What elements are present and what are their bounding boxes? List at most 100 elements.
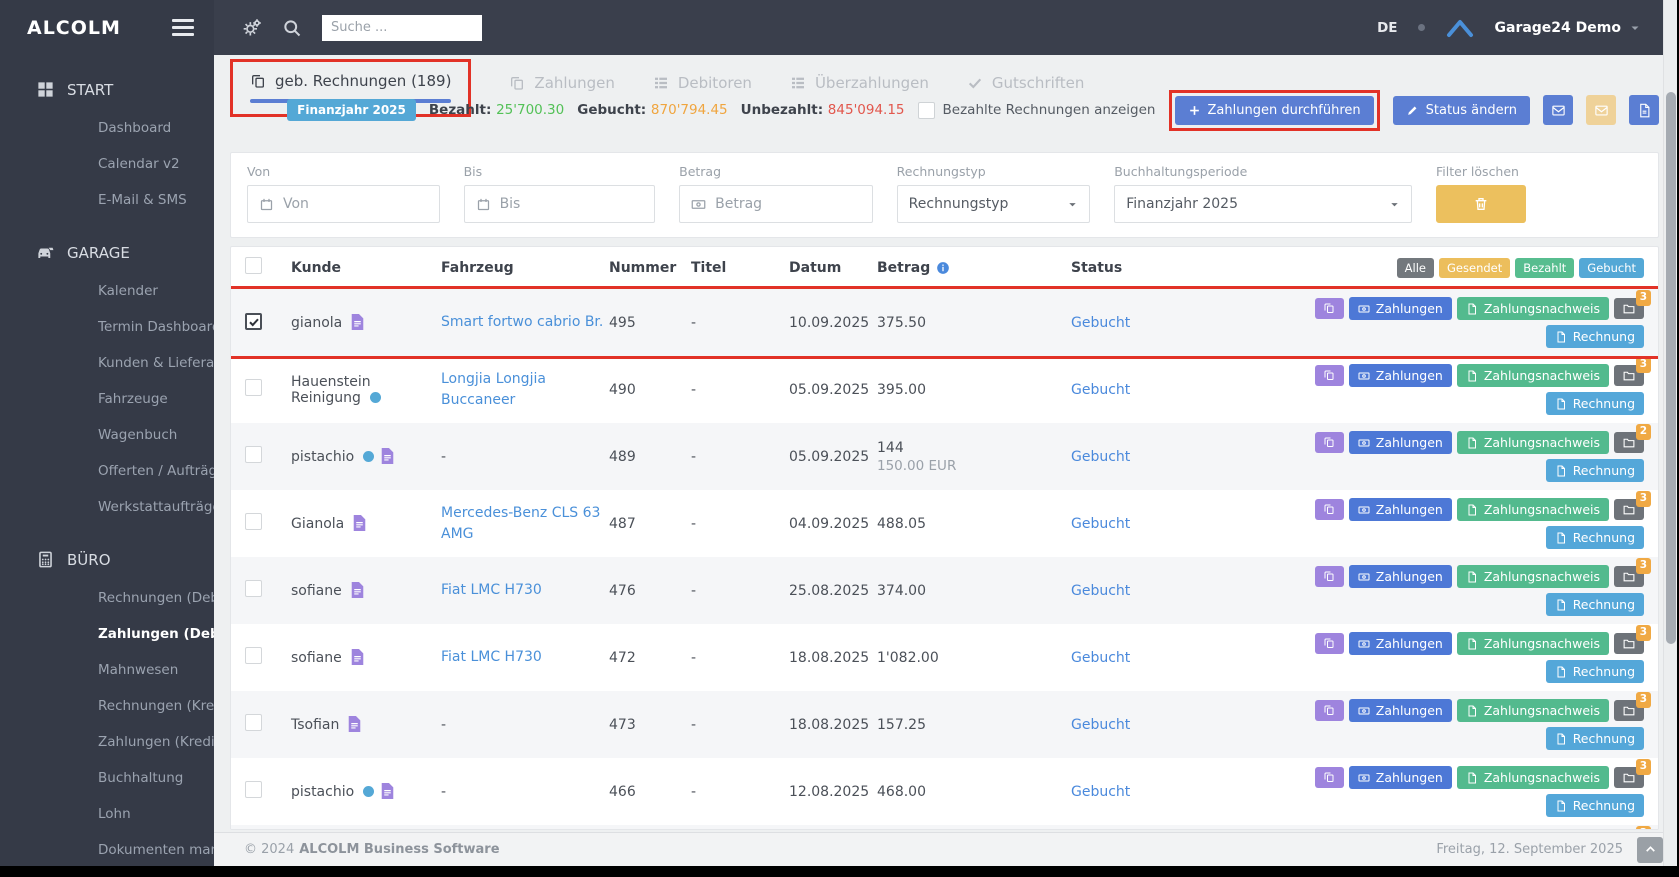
zahlungen-button[interactable]: Zahlungen — [1349, 364, 1452, 387]
copy-invoice-button[interactable] — [1315, 633, 1344, 654]
sidebar-item-fahrzeuge[interactable]: Fahrzeuge — [0, 381, 214, 417]
zahlungsnachweis-button[interactable]: Zahlungsnachweis — [1457, 431, 1609, 454]
row-checkbox[interactable] — [245, 647, 262, 664]
search-icon[interactable] — [282, 18, 302, 38]
sidebar-item-wagenbuch[interactable]: Wagenbuch — [0, 417, 214, 453]
account-menu[interactable]: Garage24 Demo — [1495, 20, 1642, 36]
sidebar-item-dashboard[interactable]: Dashboard — [0, 110, 214, 146]
zahlungen-button[interactable]: Zahlungen — [1349, 632, 1452, 655]
documents-folder-button[interactable]: 3 — [1614, 298, 1644, 319]
fiscal-year-badge[interactable]: Finanzjahr 2025 — [287, 99, 416, 121]
scrollbar-thumb[interactable] — [1666, 92, 1676, 644]
sidebar-item-lohn[interactable]: Lohn — [0, 796, 214, 832]
copy-invoice-button[interactable] — [1315, 767, 1344, 788]
language-selector[interactable]: DE — [1377, 20, 1397, 36]
zahlungsnachweis-button[interactable]: Zahlungsnachweis — [1457, 565, 1609, 588]
legend-gebucht[interactable]: Gebucht — [1579, 258, 1644, 278]
von-input[interactable] — [283, 196, 428, 212]
rechnung-button[interactable]: Rechnung — [1546, 526, 1644, 549]
row-checkbox[interactable] — [245, 446, 262, 463]
send-mail-alt-button[interactable] — [1586, 95, 1616, 125]
menu-toggle-icon[interactable] — [172, 15, 194, 40]
table-row[interactable]: sofianeFiat LMC H730472-18.08.20251'082.… — [231, 624, 1658, 691]
clear-filter-button[interactable] — [1436, 185, 1526, 223]
sidebar-item-buchhaltung[interactable]: Buchhaltung — [0, 760, 214, 796]
zahlungsnachweis-button[interactable]: Zahlungsnachweis — [1457, 632, 1609, 655]
zahlungsnachweis-button[interactable]: Zahlungsnachweis — [1457, 297, 1609, 320]
documents-folder-button[interactable]: 3 — [1614, 499, 1644, 520]
copy-invoice-button[interactable] — [1315, 499, 1344, 520]
documents-folder-button[interactable]: 3 — [1614, 767, 1644, 788]
col-nummer[interactable]: Nummer — [609, 260, 691, 276]
copy-invoice-button[interactable] — [1315, 566, 1344, 587]
zahlungsnachweis-button[interactable]: Zahlungsnachweis — [1457, 498, 1609, 521]
sidebar-item-offerten-aufträge[interactable]: Offerten / Aufträge — [0, 453, 214, 489]
tab-überzahlungen[interactable]: Überzahlungen — [790, 61, 929, 92]
legend-alle[interactable]: Alle — [1397, 258, 1434, 278]
rechnung-button[interactable]: Rechnung — [1546, 392, 1644, 415]
documents-folder-button[interactable]: 3 — [1614, 566, 1644, 587]
documents-folder-button[interactable]: 3 — [1614, 633, 1644, 654]
customer-document-icon[interactable] — [381, 783, 394, 800]
customer-document-icon[interactable] — [351, 582, 364, 599]
export-pdf-button[interactable] — [1629, 95, 1659, 125]
rechnung-button[interactable]: Rechnung — [1546, 794, 1644, 817]
col-betrag[interactable]: Betrag — [877, 260, 1071, 276]
row-checkbox[interactable] — [245, 379, 262, 396]
sidebar-item-mahnwesen[interactable]: Mahnwesen — [0, 652, 214, 688]
zahlungsnachweis-button[interactable]: Zahlungsnachweis — [1457, 766, 1609, 789]
row-checkbox[interactable] — [245, 781, 262, 798]
customer-document-icon[interactable] — [351, 314, 364, 331]
rechnungstyp-select[interactable]: Rechnungstyp — [897, 185, 1091, 223]
zahlungen-button[interactable]: Zahlungen — [1349, 498, 1452, 521]
customer-document-icon[interactable] — [381, 448, 394, 465]
rechnung-button[interactable]: Rechnung — [1546, 325, 1644, 348]
rechnung-button[interactable]: Rechnung — [1546, 593, 1644, 616]
status-link[interactable]: Gebucht — [1071, 449, 1130, 465]
copy-invoice-button[interactable] — [1315, 365, 1344, 386]
rechnung-button[interactable]: Rechnung — [1546, 459, 1644, 482]
bis-input[interactable] — [500, 196, 644, 212]
von-date-field[interactable] — [247, 185, 440, 223]
settings-gears-icon[interactable] — [242, 18, 262, 38]
col-fahrzeug[interactable]: Fahrzeug — [441, 260, 609, 276]
sidebar-item-kunden-lieferanten[interactable]: Kunden & Lieferanten — [0, 345, 214, 381]
status-link[interactable]: Gebucht — [1071, 650, 1130, 666]
table-row[interactable]: gianolaSmart fortwo cabrio Br.495-10.09.… — [231, 289, 1658, 356]
vehicle-link[interactable]: Smart fortwo cabrio Br. — [441, 314, 603, 330]
zahlungen-button[interactable]: Zahlungen — [1349, 431, 1452, 454]
customer-document-icon[interactable] — [348, 716, 361, 733]
sidebar-item-e-mail-sms[interactable]: E-Mail & SMS — [0, 182, 214, 218]
vehicle-link[interactable]: Mercedes-Benz CLS 63 AMG — [441, 505, 600, 541]
customer-document-icon[interactable] — [353, 515, 366, 532]
status-link[interactable]: Gebucht — [1071, 784, 1130, 800]
copy-invoice-button[interactable] — [1315, 432, 1344, 453]
copy-invoice-button[interactable] — [1315, 700, 1344, 721]
sidebar-item-calendar-v2[interactable]: Calendar v2 — [0, 146, 214, 182]
sidebar-item-werkstattaufträge[interactable]: Werkstattaufträge — [0, 489, 214, 525]
scroll-to-top-button[interactable] — [1637, 837, 1663, 863]
documents-folder-button[interactable]: 3 — [1614, 365, 1644, 386]
customer-document-icon[interactable] — [351, 649, 364, 666]
vehicle-link[interactable]: Fiat LMC H730 — [441, 649, 542, 665]
status-link[interactable]: Gebucht — [1071, 583, 1130, 599]
tab-gutschriften[interactable]: Gutschriften — [967, 61, 1085, 92]
buchhaltungsperiode-select[interactable]: Finanzjahr 2025 — [1114, 185, 1412, 223]
col-status[interactable]: Status — [1071, 260, 1261, 276]
row-checkbox[interactable] — [245, 513, 262, 530]
status-link[interactable]: Gebucht — [1071, 717, 1130, 733]
zahlungen-button[interactable]: Zahlungen — [1349, 766, 1452, 789]
table-row[interactable]: Hauenstein ReinigungLongjia Longjia Bucc… — [231, 356, 1658, 423]
zahlungen-button[interactable]: Zahlungen — [1349, 297, 1452, 320]
tab-geb-rechnungen-189[interactable]: geb. Rechnungen (189) — [250, 72, 451, 90]
col-kunde[interactable]: Kunde — [291, 260, 441, 276]
table-row[interactable]: sofianeFiat LMC H730476-25.08.2025374.00… — [231, 557, 1658, 624]
legend-gesendet[interactable]: Gesendet — [1439, 258, 1510, 278]
row-checkbox[interactable] — [245, 313, 262, 330]
sidebar-item-zahlungen-debitoren[interactable]: Zahlungen (Debitoren) — [0, 616, 214, 652]
status-link[interactable]: Gebucht — [1071, 382, 1130, 398]
search-input[interactable] — [322, 15, 482, 41]
betrag-input[interactable] — [715, 196, 861, 212]
change-status-button[interactable]: Status ändern — [1393, 96, 1530, 125]
status-link[interactable]: Gebucht — [1071, 315, 1130, 331]
